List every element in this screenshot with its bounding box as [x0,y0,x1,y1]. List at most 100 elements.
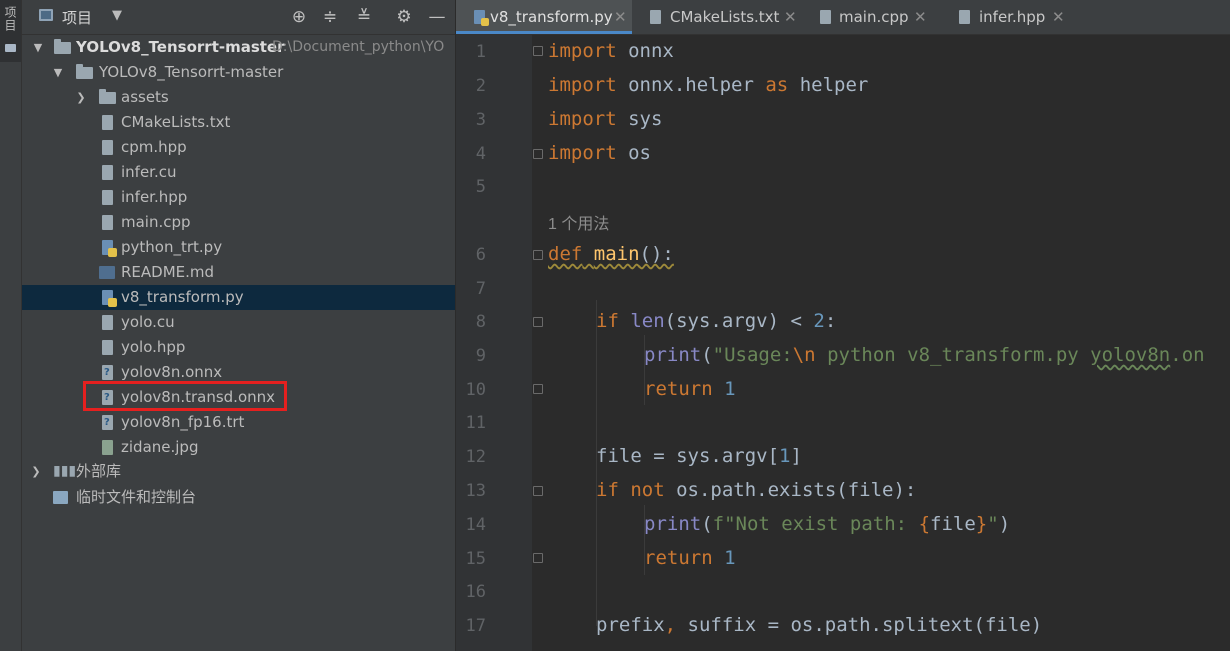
chevron-down-icon[interactable]: ▼ [52,60,64,85]
project-tool-tab[interactable]: 项目 [0,0,21,62]
code-line-6[interactable]: def main(): [548,243,674,265]
tree-file-label: v8_transform.py [121,288,244,306]
project-panel-title[interactable]: 项目 [62,7,92,28]
code-line-13[interactable]: if not os.path.exists(file): [596,479,916,501]
code-token: 1 [779,445,791,467]
tree-file-yolov8n-fp16[interactable]: yolov8n_fp16.trt [22,410,455,435]
tree-external-libraries[interactable]: ❯ ▮▮▮ 外部库 [22,459,455,484]
fold-marker-icon[interactable] [533,149,543,159]
code-line-3[interactable]: import sys [548,108,662,130]
tree-scratches[interactable]: 临时文件和控制台 [22,485,455,510]
code-token: len [630,310,665,332]
fold-marker-icon[interactable] [533,46,543,56]
close-icon[interactable]: ✕ [784,0,797,34]
tree-file-readme[interactable]: README.md [22,260,455,285]
chevron-right-icon[interactable]: ❯ [75,85,87,110]
tree-file-label: CMakeLists.txt [121,113,231,131]
tree-file-yolo-hpp[interactable]: yolo.hpp [22,335,455,360]
fold-marker-icon[interactable] [533,317,543,327]
tree-file-infer-hpp[interactable]: infer.hpp [22,185,455,210]
code-token: return [644,378,713,400]
tab-cmakelists[interactable]: CMakeLists.txt ✕ [634,0,802,34]
tree-file-infer-cu[interactable]: infer.cu [22,160,455,185]
folder-icon [76,64,93,79]
code-line-4[interactable]: import os [548,142,651,164]
code-line-10[interactable]: return 1 [644,378,736,400]
tree-root[interactable]: ▼ YOLOv8_Tensorrt-master D:\Document_pyt… [22,35,455,60]
folder-icon [5,44,16,52]
source-file-icon [820,10,831,24]
code-token: if [596,310,619,332]
text-file-icon [102,115,113,130]
chevron-down-icon[interactable]: ▼ [32,35,44,60]
fold-marker-icon[interactable] [533,486,543,496]
code-token: " [987,513,999,535]
expand-all-icon[interactable]: ≑ [319,6,341,28]
tree-file-python-trt[interactable]: python_trt.py [22,235,455,260]
minimize-icon[interactable]: — [426,6,448,28]
locate-file-icon[interactable]: ⊕ [288,6,310,28]
folder-icon [99,89,116,104]
editor-gutter: 1 2 3 4 5 6 7 8 9 10 11 12 13 14 15 16 1… [456,35,532,651]
highlight-annotation-box [83,381,287,411]
chevron-right-icon[interactable]: ❯ [30,459,42,484]
code-line-1[interactable]: import onnx [548,40,674,62]
tree-file-zidane[interactable]: zidane.jpg [22,435,455,460]
fold-marker-icon[interactable] [533,384,543,394]
code-token: os.path.exists(file): [664,479,917,501]
scratch-console-icon [53,491,68,504]
tree-file-label: yolo.cu [121,313,175,331]
tree-file-yolo-cu[interactable]: yolo.cu [22,310,455,335]
tree-root-label: YOLOv8_Tensorrt-master [76,38,285,56]
gear-icon[interactable]: ⚙ [393,6,415,28]
code-line-15[interactable]: return 1 [644,547,736,569]
code-line-14[interactable]: print(f"Not exist path: {file}") [644,513,1010,535]
tree-subfolder[interactable]: ▼ YOLOv8_Tensorrt-master [22,60,455,85]
tree-file-v8-transform[interactable]: v8_transform.py [22,285,455,310]
tree-folder-label: assets [121,88,169,106]
left-tool-strip: 项目 [0,0,22,651]
tree-root-path: D:\Document_python\YO [272,39,445,55]
code-token: return [644,547,713,569]
chevron-down-icon[interactable]: ▼ [112,8,122,23]
tab-infer-hpp[interactable]: infer.hpp ✕ [946,0,1066,34]
code-line-8[interactable]: if len(sys.argv) < 2: [596,310,836,332]
line-number: 13 [465,481,486,501]
line-number: 5 [475,177,486,197]
line-number: 16 [465,582,486,602]
code-token: \n [792,344,816,366]
code-token: python v8_transform.py [815,344,1091,366]
fold-marker-icon[interactable] [533,250,543,260]
tree-folder-assets[interactable]: ❯ assets [22,85,455,110]
line-number: 7 [475,279,486,299]
close-icon[interactable]: ✕ [614,0,627,34]
collapse-all-icon[interactable]: ≚ [353,6,375,28]
tree-file-label: infer.hpp [121,188,188,206]
code-token: file [930,513,976,535]
usage-hint[interactable]: 1 个用法 [548,210,609,234]
code-line-17[interactable]: prefix, suffix = os.path.splitext(file) [596,614,1042,636]
code-line-12[interactable]: file = sys.argv[1] [596,445,802,467]
tree-file-cpm-hpp[interactable]: cpm.hpp [22,135,455,160]
project-panel-header: 项目 ▼ ⊕ ≑ ≚ ⚙ — [22,0,455,35]
tab-main-cpp[interactable]: main.cpp ✕ [804,0,944,34]
source-file-icon [102,165,113,180]
folder-icon [54,39,71,54]
fold-marker-icon[interactable] [533,553,543,563]
tab-label: v8_transform.py [490,8,613,26]
tree-file-cmakelists[interactable]: CMakeLists.txt [22,110,455,135]
tree-external-libraries-label: 外部库 [76,462,122,480]
code-token: os [616,142,651,164]
code-token: (): [639,243,674,265]
source-file-icon [102,215,113,230]
tree-file-main-cpp[interactable]: main.cpp [22,210,455,235]
close-icon[interactable]: ✕ [1052,0,1065,34]
tree-file-label: README.md [121,263,215,281]
header-file-icon [102,140,113,155]
code-line-2[interactable]: import onnx.helper as helper [548,74,868,96]
close-icon[interactable]: ✕ [914,0,927,34]
tab-v8-transform[interactable]: v8_transform.py ✕ [456,0,632,34]
python-file-icon [102,240,117,257]
code-line-9[interactable]: print("Usage:\n python v8_transform.py y… [644,344,1205,366]
